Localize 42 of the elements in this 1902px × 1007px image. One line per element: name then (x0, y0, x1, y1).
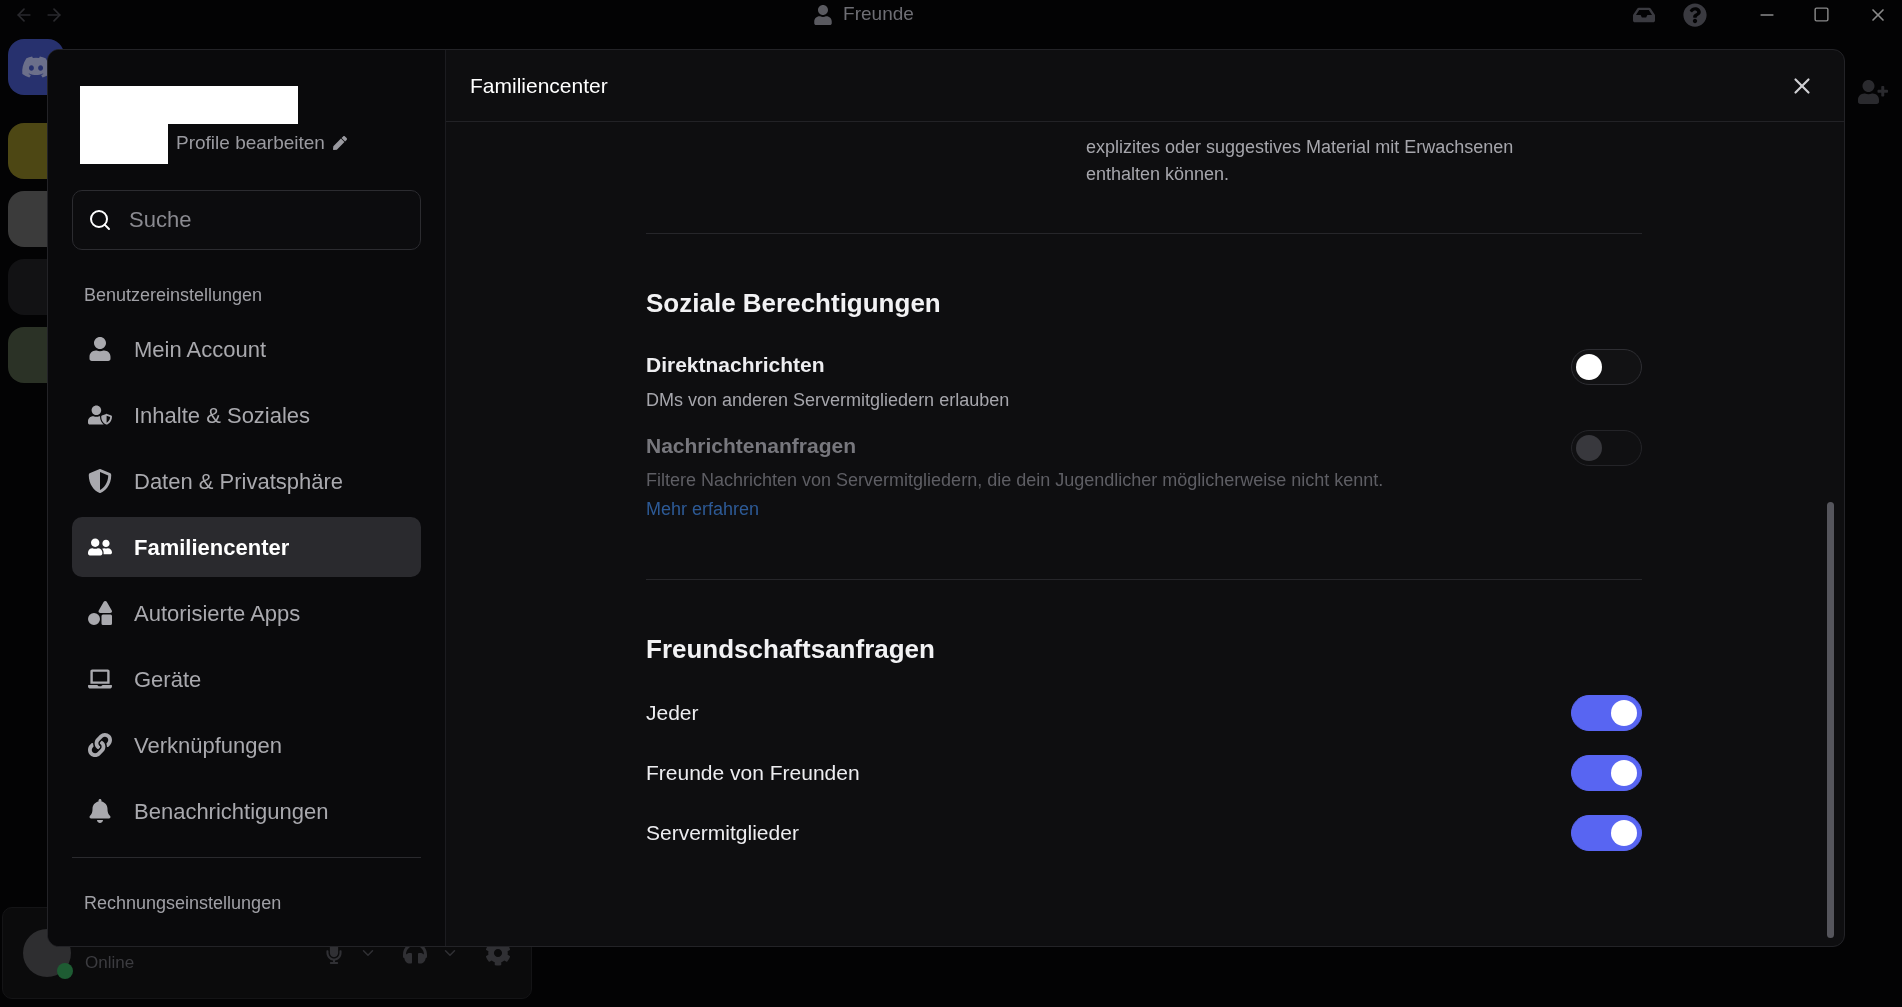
sidebar-item[interactable]: Benachrichtigungen (72, 781, 421, 841)
toggle-switch[interactable] (1571, 815, 1642, 851)
shield-keyhole-icon (88, 469, 112, 493)
setting-label: Direktnachrichten (646, 352, 826, 378)
person-icon (88, 337, 112, 361)
sidebar-item[interactable]: Familiencenter (72, 517, 421, 577)
sidebar-item[interactable]: Mein Account (72, 319, 421, 379)
add-friend-icon[interactable] (1858, 77, 1888, 107)
modal-title: Familiencenter (470, 72, 608, 99)
link-icon (88, 733, 112, 757)
toggle-switch[interactable] (1571, 349, 1642, 385)
section-heading: Rechnungseinstellungen (83, 892, 283, 915)
scrollbar-thumb[interactable] (1827, 502, 1834, 938)
section-heading: Freundschaftsanfragen (646, 633, 936, 666)
sidebar-item[interactable]: Daten & Privatsphäre (72, 451, 421, 511)
maximize-icon[interactable] (1813, 6, 1830, 23)
section-heading: Soziale Berechtigungen (646, 287, 942, 320)
toggle-switch[interactable] (1571, 755, 1642, 791)
setting-label: Jeder (646, 700, 699, 727)
edit-profile-link[interactable]: Profile bearbeiten (176, 129, 325, 158)
bell-icon (88, 799, 112, 823)
sidebar-item[interactable]: Autorisierte Apps (72, 583, 421, 643)
window-title: Freunde (843, 2, 914, 27)
setting-description: DMs von anderen Servermitgliedern erlauben (646, 388, 1010, 412)
devices-icon (88, 667, 112, 691)
sidebar-item[interactable]: Verknüpfungen (72, 715, 421, 775)
search-field[interactable]: Suche (72, 190, 421, 250)
setting-label: Freunde von Freunden (646, 760, 860, 787)
pencil-icon[interactable] (332, 136, 347, 151)
person-icon (813, 4, 834, 25)
section-heading: Benutzereinstellungen (83, 284, 264, 307)
shield-person-icon (88, 403, 112, 427)
sidebar-item[interactable]: Geräte (72, 649, 421, 709)
help-icon[interactable] (1683, 2, 1707, 27)
setting-label: Nachrichtenanfragen (646, 432, 858, 459)
setting-label: Servermitglieder (646, 820, 799, 847)
sidebar-item[interactable]: Inhalte & Soziales (72, 385, 421, 445)
toggle-switch[interactable] (1571, 695, 1642, 731)
setting-description: Filtere Nachrichten von Servermitgliedern, die dein Jugendlicher möglicherweise nicht kennt. (646, 469, 1384, 492)
description-text: explizites oder suggestives Material mit Erwachsenen enthalten können. (1086, 136, 1515, 186)
search-icon (88, 208, 112, 232)
shapes-icon (88, 601, 112, 625)
